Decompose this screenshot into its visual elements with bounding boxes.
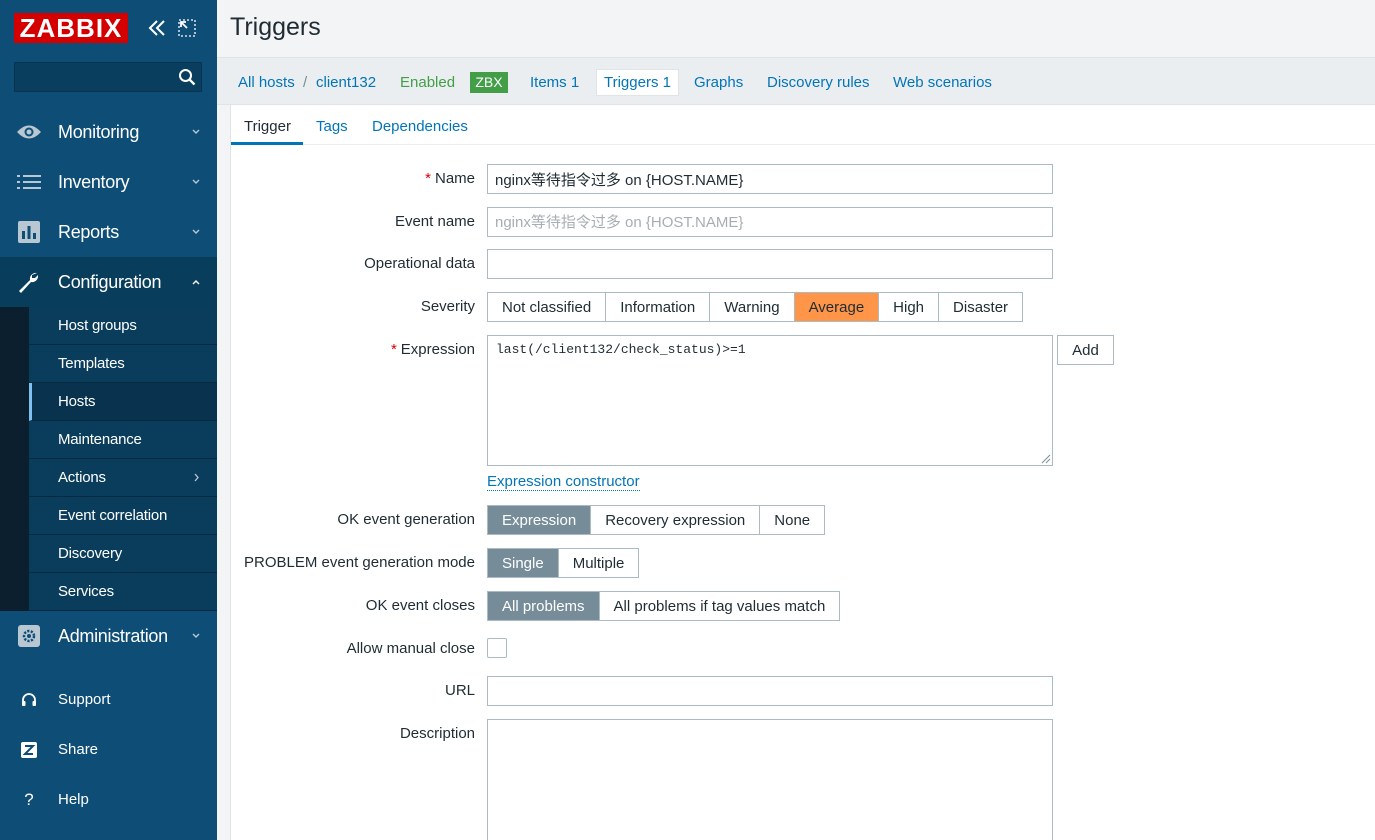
severity-disaster[interactable]: Disaster xyxy=(939,293,1022,321)
manual-close-checkbox[interactable] xyxy=(487,638,507,658)
ok-gen-none[interactable]: None xyxy=(760,506,824,534)
share-z-icon xyxy=(20,741,38,759)
chevron-up-icon xyxy=(192,280,200,285)
name-input[interactable] xyxy=(487,164,1053,194)
ok-event-generation-selector: Expression Recovery expression None xyxy=(487,505,826,535)
main-menu: Monitoring Inventory Reports Configurati… xyxy=(0,107,217,661)
problem-mode-selector: Single Multiple xyxy=(487,548,640,578)
triggers-link[interactable]: Triggers 1 xyxy=(604,74,671,91)
manual-close-label: Allow manual close xyxy=(346,640,475,657)
description-textarea[interactable] xyxy=(487,719,1053,840)
required-marker: * xyxy=(425,170,431,187)
active-tab-indicator xyxy=(231,142,303,145)
question-icon: ? xyxy=(24,790,34,809)
severity-selector: Not classified Information Warning Avera… xyxy=(487,292,1024,322)
wrench-icon xyxy=(16,270,42,294)
expression-label: * Expression xyxy=(15,341,475,358)
host-navigation: All hosts / client132 Enabled ZBX Items … xyxy=(217,57,1375,105)
ok-gen-recovery-expression[interactable]: Recovery expression xyxy=(591,506,761,534)
submenu-label: Hosts xyxy=(58,393,96,410)
web-scenarios-link[interactable]: Web scenarios xyxy=(893,74,992,91)
graphs-link[interactable]: Graphs xyxy=(694,74,743,91)
all-hosts-link[interactable]: All hosts xyxy=(238,74,295,91)
host-link[interactable]: client132 xyxy=(316,74,376,91)
required-marker: * xyxy=(390,341,397,358)
severity-information[interactable]: Information xyxy=(606,293,711,321)
severity-average[interactable]: Average xyxy=(794,293,880,321)
problem-mode-label: PROBLEM event generation mode xyxy=(244,554,475,571)
add-expression-button[interactable]: Add xyxy=(1057,335,1114,365)
submenu-hosts[interactable]: Hosts xyxy=(29,383,217,421)
discovery-rules-link[interactable]: Discovery rules xyxy=(767,74,870,91)
description-label: Description xyxy=(399,725,475,742)
severity-label: Severity xyxy=(420,298,475,315)
chevron-down-icon xyxy=(192,129,200,134)
ok-closes-all-problems[interactable]: All problems xyxy=(488,592,600,620)
help-label: Help xyxy=(58,791,89,808)
host-status-enabled[interactable]: Enabled xyxy=(400,74,455,91)
url-input[interactable] xyxy=(487,676,1053,706)
operational-data-label: Operational data xyxy=(364,255,475,272)
ok-event-closes-label: OK event closes xyxy=(365,597,475,614)
sidebar-search xyxy=(14,62,202,92)
event-name-input[interactable] xyxy=(487,207,1053,237)
expression-textarea[interactable]: last(/client132/check_status)>=1 xyxy=(487,335,1053,466)
expression-label-text: Expression xyxy=(400,341,475,358)
collapse-sidebar-icon[interactable] xyxy=(146,17,168,39)
resize-grip-icon[interactable] xyxy=(1040,453,1051,464)
help-link[interactable]: ? Help xyxy=(0,775,217,825)
submenu-actions[interactable]: Actions xyxy=(29,459,217,497)
submenu-label: Maintenance xyxy=(58,431,142,448)
problem-mode-multiple[interactable]: Multiple xyxy=(559,549,639,577)
tab-trigger[interactable]: Trigger xyxy=(244,118,291,135)
submenu-label: Host groups xyxy=(58,317,137,334)
submenu-maintenance[interactable]: Maintenance xyxy=(29,421,217,459)
sidebar: ZABBIX Monitoring Inventory Reports Conf… xyxy=(0,0,217,840)
items-link[interactable]: Items 1 xyxy=(530,74,579,91)
search-input[interactable] xyxy=(15,63,175,91)
ok-event-generation-label: OK event generation xyxy=(337,511,475,528)
trigger-form-container: Trigger Tags Dependencies *Name Event na… xyxy=(230,105,1375,840)
main-area: Triggers All hosts / client132 Enabled Z… xyxy=(217,0,1375,840)
url-label: URL xyxy=(444,682,475,699)
ok-gen-expression[interactable]: Expression xyxy=(488,506,592,534)
search-icon[interactable] xyxy=(178,68,196,86)
breadcrumb-separator: / xyxy=(303,74,308,91)
severity-high[interactable]: High xyxy=(879,293,940,321)
eye-icon xyxy=(16,120,42,144)
form-tabs: Trigger Tags Dependencies xyxy=(231,105,1375,145)
menu-monitoring[interactable]: Monitoring xyxy=(0,107,217,157)
menu-configuration-label: Configuration xyxy=(58,271,162,292)
page-title: Triggers xyxy=(230,13,321,41)
chevron-right-icon xyxy=(194,473,199,482)
kiosk-mode-icon[interactable] xyxy=(178,19,196,37)
menu-monitoring-label: Monitoring xyxy=(58,121,140,142)
event-name-label: Event name xyxy=(394,213,475,230)
share-label: Share xyxy=(58,741,99,758)
severity-not-classified[interactable]: Not classified xyxy=(488,293,607,321)
submenu-label: Actions xyxy=(58,469,106,486)
operational-data-input[interactable] xyxy=(487,249,1053,279)
zabbix-logo[interactable]: ZABBIX xyxy=(14,13,128,43)
name-label: * Name xyxy=(15,170,475,187)
ok-closes-tag-match[interactable]: All problems if tag values match xyxy=(600,592,840,620)
tab-tags[interactable]: Tags xyxy=(316,118,348,135)
ok-event-closes-selector: All problems All problems if tag values … xyxy=(487,591,841,621)
severity-warning[interactable]: Warning xyxy=(710,293,795,321)
expression-constructor-link[interactable]: Expression constructor xyxy=(487,473,640,491)
name-label-text: Name xyxy=(434,170,475,187)
tab-dependencies[interactable]: Dependencies xyxy=(372,118,468,135)
problem-mode-single[interactable]: Single xyxy=(488,549,559,577)
zbx-availability-badge: ZBX xyxy=(470,72,508,93)
